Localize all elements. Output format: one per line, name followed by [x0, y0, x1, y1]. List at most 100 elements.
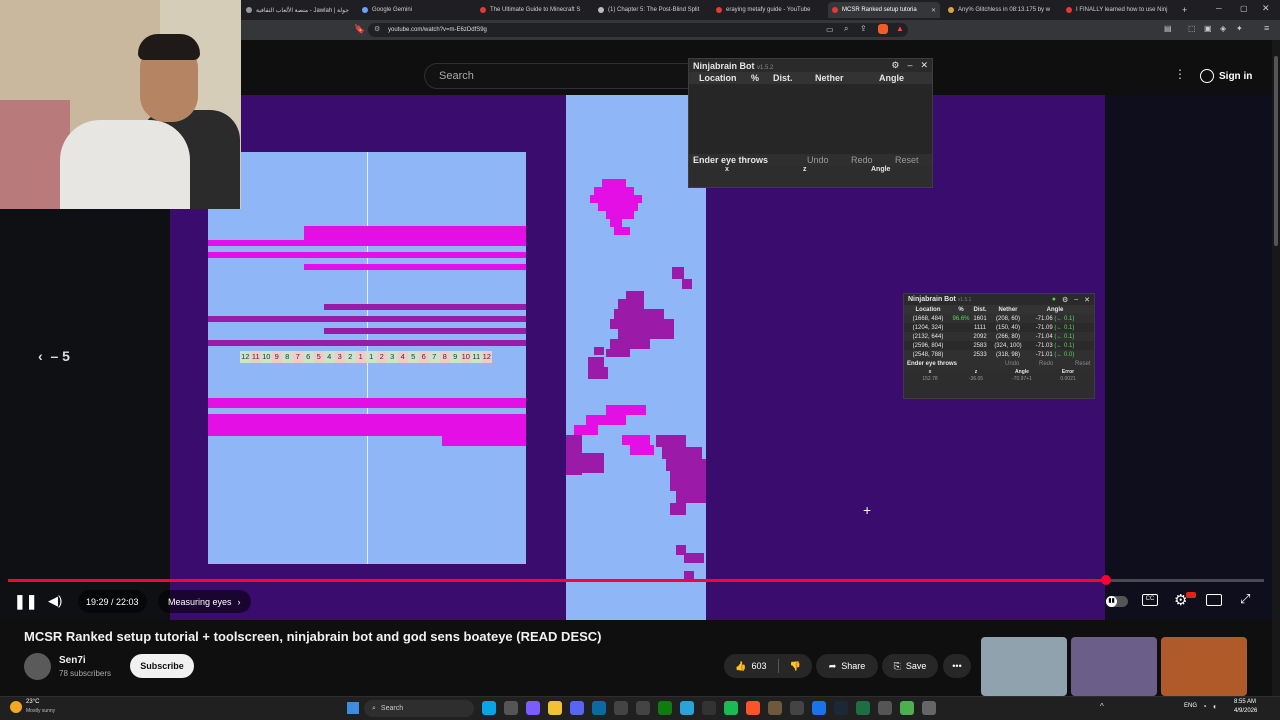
weather-icon[interactable]	[10, 701, 22, 713]
reset-button[interactable]: Reset	[1075, 361, 1091, 367]
excel-icon[interactable]	[856, 701, 870, 715]
discord-icon[interactable]	[570, 701, 584, 715]
extensions-icon[interactable]: ⬚	[1188, 24, 1196, 33]
steam-icon[interactable]	[834, 701, 848, 715]
redo-button[interactable]: Redo	[851, 155, 895, 165]
seek-back-indicator: ‹ – 5	[38, 348, 70, 364]
throw-x: 152.78	[922, 376, 938, 382]
bookmark-icon[interactable]: 🔖	[354, 24, 365, 35]
search-input[interactable]: Search	[424, 63, 692, 89]
app-icon[interactable]	[812, 701, 826, 715]
close-icon[interactable]: ✕	[1084, 296, 1090, 304]
windows-start-icon[interactable]	[347, 702, 359, 714]
app-icon[interactable]	[878, 701, 892, 715]
pause-icon[interactable]: ❚❚	[14, 593, 37, 610]
autoplay-toggle[interactable]: ▮▮	[1106, 596, 1128, 607]
captions-icon[interactable]: CC	[1142, 594, 1158, 606]
fullscreen-icon[interactable]: ⤢	[1240, 591, 1250, 607]
browser-tab[interactable]: Google Gemini	[358, 2, 470, 18]
thumbs-down-icon[interactable]: 👎	[790, 661, 801, 672]
zoom-icon[interactable]: ⌕	[844, 24, 848, 34]
recommended-thumbnail[interactable]	[1161, 637, 1247, 696]
app-icon[interactable]	[790, 701, 804, 715]
brave-icon[interactable]	[746, 701, 760, 715]
volume-icon[interactable]: ◀)	[48, 593, 62, 609]
browser-tab[interactable]: I FINALLY learned how to use Ninj	[1062, 2, 1174, 18]
vpn-icon[interactable]: ◈	[1220, 24, 1226, 33]
install-icon[interactable]: ▭	[826, 25, 834, 34]
tab-label: Any% Glitchless in 08:13.175 by w	[958, 7, 1051, 13]
miniplayer-icon[interactable]	[1206, 594, 1222, 606]
app-icon[interactable]	[900, 701, 914, 715]
sign-in-button[interactable]: Sign in	[1200, 65, 1252, 87]
result-cell: 1111	[973, 324, 986, 331]
browser-tab[interactable]: The Ultimate Guide to Minecraft S	[476, 2, 588, 18]
recommended-thumbnail[interactable]	[981, 637, 1067, 696]
page-scrollbar-thumb[interactable]	[1274, 56, 1278, 246]
browser-tab[interactable]: منصة الألعاب الثقافية - Jawlah | جولة	[242, 2, 352, 18]
wifi-icon[interactable]: ◔	[1202, 702, 1207, 711]
ruler-cell: 4	[324, 351, 335, 363]
xbox-icon[interactable]	[658, 701, 672, 715]
reset-button[interactable]: Reset	[895, 155, 919, 165]
minimize-icon[interactable]: –	[907, 60, 912, 71]
tray-chevron-icon[interactable]: ^	[1100, 702, 1104, 711]
close-tab-icon[interactable]: ✕	[931, 7, 940, 14]
settings-icon[interactable]: ⚙	[891, 60, 899, 71]
like-count[interactable]: 603	[751, 661, 766, 671]
channel-name[interactable]: Sen7i	[59, 655, 86, 666]
chapter-button[interactable]: Measuring eyes ›	[158, 590, 251, 613]
spotify-icon[interactable]	[724, 701, 738, 715]
edge-icon[interactable]	[482, 701, 496, 715]
redo-button[interactable]: Redo	[1039, 361, 1075, 367]
new-tab-button[interactable]: +	[1178, 2, 1192, 18]
more-actions-icon[interactable]: •••	[943, 654, 971, 678]
sidebar-icon[interactable]: ▤	[1164, 24, 1172, 33]
close-window-icon[interactable]: ✕	[1262, 3, 1270, 14]
save-button[interactable]: ⎘ Save	[882, 654, 938, 678]
progress-scrubber[interactable]	[1101, 575, 1111, 585]
recommended-thumbnail[interactable]	[1071, 637, 1157, 696]
settings-icon[interactable]: ⚙	[1062, 296, 1068, 304]
col-error: Error	[1061, 369, 1075, 375]
avatar[interactable]	[24, 653, 51, 680]
app-icon[interactable]	[614, 701, 628, 715]
maximize-icon[interactable]: ▢	[1240, 4, 1248, 13]
browser-tab[interactable]: eraying metafy guide - YouTube	[712, 2, 824, 18]
close-icon[interactable]: ✕	[920, 60, 928, 71]
taskbar-search[interactable]: ⌕ Search	[364, 700, 474, 717]
minecraft-icon[interactable]	[768, 701, 782, 715]
progress-track[interactable]	[8, 575, 1264, 585]
app-icon[interactable]	[636, 701, 650, 715]
telegram-icon[interactable]	[680, 701, 694, 715]
col-z: z	[974, 369, 978, 375]
menu-icon[interactable]: ≡	[1264, 23, 1269, 33]
browser-tab-active[interactable]: MCSR Ranked setup tutoria ✕	[828, 2, 940, 18]
browser-tab[interactable]: (1) Chapter 5: The Post-Blind Split	[594, 2, 706, 18]
share-button[interactable]: ➦ Share	[816, 654, 878, 678]
obs-icon[interactable]	[702, 701, 716, 715]
app-icon[interactable]	[922, 701, 936, 715]
thumbs-up-icon[interactable]: 👍	[735, 661, 746, 672]
subscribe-button[interactable]: Subscribe	[130, 654, 194, 678]
brave-rewards-icon[interactable]: ▲	[896, 24, 904, 33]
app-icon[interactable]	[592, 701, 606, 715]
file-explorer-icon[interactable]	[548, 701, 562, 715]
undo-button[interactable]: Undo	[1005, 361, 1039, 367]
more-options-icon[interactable]: ⋮	[1174, 67, 1186, 81]
brave-shields-icon[interactable]	[878, 24, 888, 34]
minimize-icon[interactable]: –	[1074, 296, 1078, 304]
browser-tab[interactable]: Any% Glitchless in 08:13.175 by w	[944, 2, 1056, 18]
speaker-icon[interactable]: ◖	[1212, 702, 1217, 711]
result-angle-delta: (← 0.1)	[1054, 324, 1075, 331]
site-info-icon[interactable]: ⚙	[374, 25, 380, 33]
app-icon[interactable]	[504, 701, 518, 715]
undo-button[interactable]: Undo	[807, 155, 851, 165]
app-icon[interactable]	[526, 701, 540, 715]
minimize-icon[interactable]: ─	[1216, 4, 1222, 13]
wallet-icon[interactable]: ▣	[1204, 24, 1212, 33]
leo-icon[interactable]: ✦	[1236, 24, 1243, 33]
language-indicator[interactable]: ENG	[1184, 703, 1197, 709]
share-page-icon[interactable]: ⇪	[860, 24, 867, 33]
link-icon[interactable]: ●	[1052, 296, 1056, 304]
